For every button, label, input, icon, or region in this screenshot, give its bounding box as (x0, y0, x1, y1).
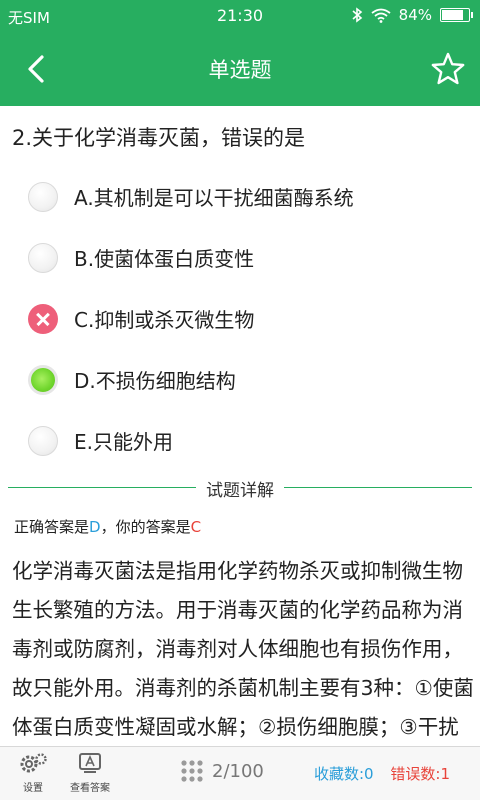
view-answer-button[interactable]: 查看答案 (70, 751, 110, 794)
answer-card-icon (79, 753, 101, 773)
stats: 收藏数:0 错误数:1 (314, 763, 450, 784)
answer-summary: 正确答案是D，你的答案是C (14, 516, 201, 537)
correct-answer: D (89, 518, 101, 536)
bluetooth-icon (352, 7, 362, 23)
page-title: 单选题 (208, 58, 272, 82)
status-bar: 无SIM 21:30 84% (0, 0, 480, 32)
nav-bar: 单选题 (0, 32, 480, 106)
option-label: A.其机制是可以干扰细菌酶系统 (74, 186, 354, 210)
grid-icon (181, 760, 203, 782)
correct-mark-icon (28, 364, 58, 395)
battery-percent: 84% (398, 6, 432, 24)
favorites-count: 收藏数:0 (314, 765, 374, 783)
explanation-header: 试题详解 (196, 476, 284, 501)
option-a[interactable]: A.其机制是可以干扰细菌酶系统 (0, 166, 480, 227)
radio-unselected-icon (28, 242, 58, 273)
settings-label: 设置 (23, 783, 43, 794)
option-b[interactable]: B.使菌体蛋白质变性 (0, 227, 480, 288)
bottom-bar: 设置 查看答案 2/100 收藏数:0 错误数:1 (0, 746, 480, 800)
correct-answer-prefix: 正确答案是 (14, 518, 90, 536)
gear-icon (20, 753, 47, 773)
option-e[interactable]: E.只能外用 (0, 410, 480, 471)
wifi-icon (371, 8, 391, 23)
option-label: E.只能外用 (74, 430, 173, 454)
option-label: D.不损伤细胞结构 (74, 369, 236, 393)
view-answer-label: 查看答案 (70, 783, 110, 794)
question-progress[interactable]: 2/100 (180, 759, 264, 783)
explanation-text: 化学消毒灭菌法是指用化学药物杀灭或抑制微生物生长繁殖的方法。用于消毒灭菌的化学药… (12, 559, 474, 739)
question-text: 2.关于化学消毒灭菌，错误的是 (12, 126, 306, 150)
option-c[interactable]: C.抑制或杀灭微生物 (0, 288, 480, 349)
star-icon[interactable] (426, 49, 470, 89)
radio-unselected-icon (28, 181, 58, 212)
battery-icon (440, 8, 473, 22)
wrong-mark-icon (28, 303, 58, 334)
option-label: B.使菌体蛋白质变性 (74, 247, 255, 271)
option-label: C.抑制或杀灭微生物 (74, 308, 255, 332)
errors-count: 错误数:1 (390, 765, 450, 783)
your-answer-prefix: ，你的答案是 (100, 518, 191, 536)
radio-unselected-icon (28, 425, 58, 456)
your-answer: C (190, 518, 202, 536)
progress-text: 2/100 (212, 760, 264, 782)
option-d[interactable]: D.不损伤细胞结构 (0, 349, 480, 410)
explanation-divider: 试题详解 (8, 476, 472, 501)
settings-button[interactable]: 设置 (18, 751, 48, 794)
option-list: A.其机制是可以干扰细菌酶系统 B.使菌体蛋白质变性 C.抑制或杀灭微生物 D.… (0, 166, 480, 471)
